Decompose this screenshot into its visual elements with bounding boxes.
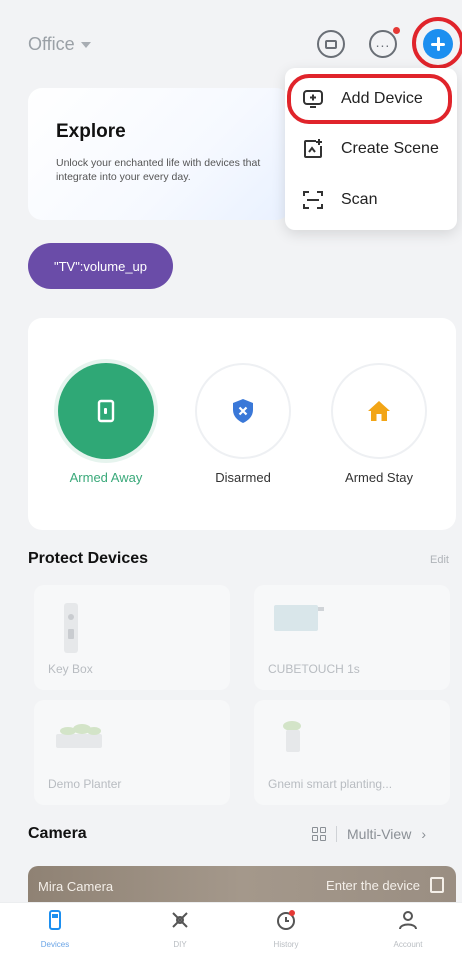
key-box-icon bbox=[64, 603, 78, 653]
planter-icon bbox=[56, 724, 102, 748]
banner-title: Explore bbox=[56, 121, 126, 142]
nav-label: Account bbox=[393, 940, 423, 949]
menu-label: Create Scene bbox=[341, 140, 439, 157]
add-menu: Add Device Create Scene Scan bbox=[285, 68, 457, 230]
account-icon bbox=[399, 911, 417, 930]
mode-disarmed-button[interactable] bbox=[195, 363, 291, 459]
scene-chip[interactable]: "TV":volume_up bbox=[28, 243, 173, 289]
explore-banner[interactable] bbox=[28, 88, 290, 220]
bottom-nav: Devices DIY History Account bbox=[0, 902, 462, 955]
banner-text: Unlock your enchanted life with devices … bbox=[56, 157, 261, 184]
add-device-icon bbox=[303, 90, 323, 108]
home-name: Office bbox=[28, 34, 75, 54]
device-tile[interactable]: Key Box bbox=[34, 585, 230, 690]
notification-dot bbox=[393, 27, 400, 34]
menu-item-scan[interactable]: Scan bbox=[285, 175, 457, 225]
devices-icon bbox=[49, 910, 61, 930]
menu-item-add-device[interactable]: Add Device bbox=[285, 74, 457, 124]
nav-account[interactable]: Account bbox=[368, 909, 448, 949]
nav-label: History bbox=[273, 940, 299, 949]
device-name: Key Box bbox=[48, 662, 93, 676]
home-icon bbox=[368, 401, 390, 421]
nav-label: DIY bbox=[173, 940, 187, 949]
menu-label: Add Device bbox=[341, 90, 423, 107]
camera-name: Mira Camera bbox=[38, 879, 114, 894]
chevron-right-icon: › bbox=[421, 826, 426, 842]
nav-diy[interactable]: DIY bbox=[140, 909, 220, 949]
device-tile[interactable]: CUBETOUCH 1s bbox=[254, 585, 450, 690]
multi-view-label: Multi-View bbox=[347, 826, 412, 842]
mode-label-armed-away: Armed Away bbox=[69, 470, 143, 485]
protect-devices-title: Protect Devices bbox=[28, 550, 149, 567]
device-tile[interactable]: Gnemi smart planting... bbox=[254, 700, 450, 805]
door-icon bbox=[97, 399, 115, 423]
mode-label-disarmed: Disarmed bbox=[215, 470, 271, 485]
enter-device-link[interactable]: Enter the device bbox=[326, 878, 420, 893]
enter-icon bbox=[430, 877, 444, 893]
multi-view-button[interactable]: Multi-View › bbox=[312, 826, 426, 842]
cubetouch-icon bbox=[274, 605, 324, 631]
scan-icon[interactable] bbox=[317, 30, 345, 58]
create-scene-icon bbox=[304, 139, 322, 158]
menu-item-create-scene[interactable]: Create Scene bbox=[285, 124, 457, 174]
device-tile[interactable]: Demo Planter bbox=[34, 700, 230, 805]
nav-label: Devices bbox=[40, 940, 70, 949]
edit-link[interactable]: Edit bbox=[430, 554, 449, 566]
scan-frame-icon bbox=[303, 191, 323, 209]
menu-label: Scan bbox=[341, 191, 378, 208]
device-name: Gnemi smart planting... bbox=[268, 777, 393, 791]
device-name: CUBETOUCH 1s bbox=[268, 662, 360, 676]
message-icon[interactable]: ... bbox=[369, 27, 400, 58]
security-card: Armed Away Disarmed Armed Stay bbox=[28, 318, 456, 530]
camera-title: Camera bbox=[28, 825, 87, 842]
caret-down-icon bbox=[80, 41, 91, 48]
history-icon bbox=[277, 910, 295, 930]
divider bbox=[336, 826, 337, 842]
home-switcher[interactable]: Office bbox=[28, 34, 91, 55]
diy-icon bbox=[172, 912, 188, 928]
smart-planting-icon bbox=[283, 721, 301, 752]
nav-devices[interactable]: Devices bbox=[15, 909, 95, 949]
mode-armed-stay-button[interactable] bbox=[331, 363, 427, 459]
shield-x-icon bbox=[233, 399, 253, 423]
nav-history[interactable]: History bbox=[246, 909, 326, 949]
device-name: Demo Planter bbox=[48, 777, 122, 791]
mode-armed-away-button[interactable] bbox=[58, 363, 154, 459]
mode-label-armed-stay: Armed Stay bbox=[345, 470, 413, 485]
grid-icon bbox=[312, 827, 326, 841]
add-icon[interactable] bbox=[423, 29, 453, 59]
camera-card[interactable]: Mira Camera Enter the device bbox=[28, 866, 456, 906]
